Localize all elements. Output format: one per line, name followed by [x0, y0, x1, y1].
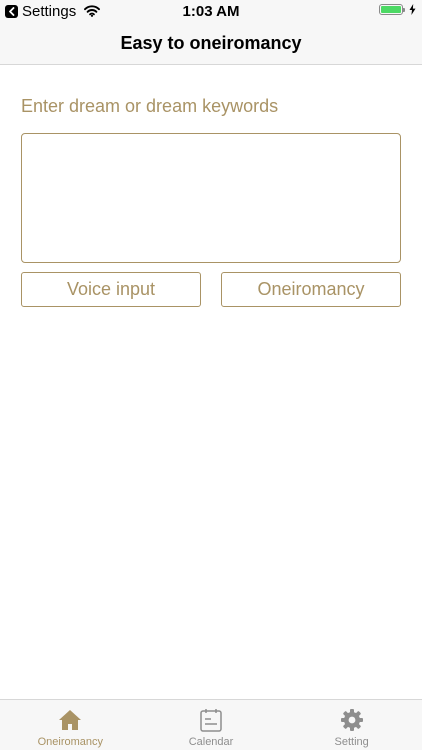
- dream-input[interactable]: [21, 133, 401, 263]
- tab-label: Setting: [334, 736, 369, 748]
- page-title: Easy to oneiromancy: [120, 33, 302, 53]
- charging-bolt-icon: [409, 4, 416, 15]
- oneiromancy-button[interactable]: Oneiromancy: [221, 272, 401, 307]
- tab-oneiromancy[interactable]: Oneiromancy: [0, 700, 141, 750]
- gear-icon: [340, 708, 364, 732]
- status-indicators: [379, 4, 416, 15]
- house-icon: [58, 708, 82, 732]
- tab-setting[interactable]: Setting: [281, 700, 422, 750]
- battery-level: [381, 6, 401, 13]
- voice-input-button[interactable]: Voice input: [21, 272, 201, 307]
- tab-label: Calendar: [188, 736, 234, 748]
- navigation-bar: Easy to oneiromancy: [0, 22, 422, 65]
- calendar-icon: [199, 708, 223, 732]
- status-bar: Settings 1:03 AM: [0, 0, 422, 22]
- status-time: 1:03 AM: [182, 3, 240, 20]
- tab-calendar[interactable]: Calendar: [141, 700, 282, 750]
- tab-label: Oneiromancy: [37, 736, 104, 748]
- dream-prompt-label: Enter dream or dream keywords: [21, 96, 279, 116]
- tab-bar: Oneiromancy Calendar Setting: [0, 699, 422, 750]
- battery-icon: [379, 4, 405, 15]
